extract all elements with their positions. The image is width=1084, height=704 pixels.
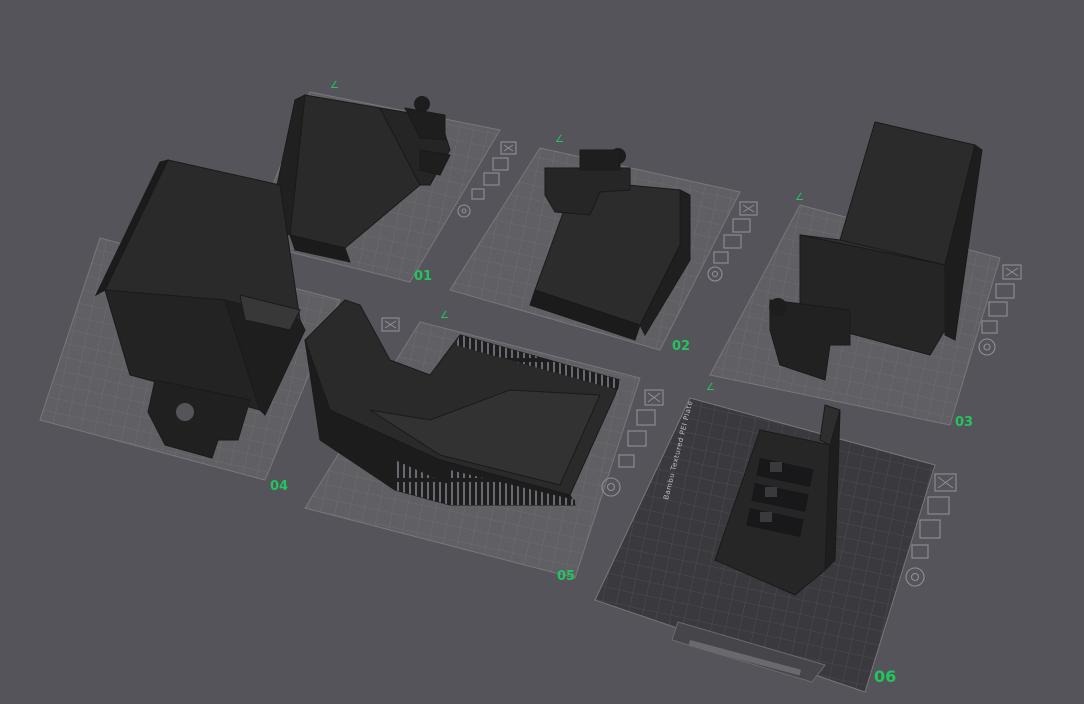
settings-icon[interactable] bbox=[457, 204, 471, 218]
plate-number-label: 01 bbox=[414, 269, 432, 284]
lock-icon[interactable] bbox=[713, 251, 729, 264]
plate-marker: ∠ bbox=[706, 382, 715, 393]
layers-icon[interactable] bbox=[919, 519, 941, 539]
plate-toolbar bbox=[381, 317, 400, 332]
plate-marker: ∠ bbox=[795, 192, 804, 203]
plate-02[interactable]: ∠ 02 bbox=[449, 134, 758, 354]
close-icon[interactable] bbox=[1002, 264, 1022, 280]
plate-marker: ∠ bbox=[555, 134, 564, 145]
plate-marker: ∠ bbox=[330, 80, 339, 91]
settings-icon[interactable] bbox=[905, 567, 925, 587]
close-icon[interactable] bbox=[500, 141, 517, 155]
arrange-icon[interactable] bbox=[732, 218, 751, 233]
plate-number-label: 02 bbox=[672, 339, 690, 354]
arrange-icon[interactable] bbox=[995, 283, 1015, 299]
layers-icon[interactable] bbox=[627, 430, 647, 447]
plate-05[interactable]: ∠ 05 bbox=[304, 299, 664, 584]
plate-03[interactable]: ∠ 03 bbox=[709, 121, 1022, 430]
lock-icon[interactable] bbox=[981, 320, 998, 334]
arrange-icon[interactable] bbox=[927, 496, 950, 515]
layers-icon[interactable] bbox=[723, 234, 742, 249]
plate-number-label: 04 bbox=[270, 479, 288, 494]
plate-number-label: 06 bbox=[874, 667, 896, 686]
settings-icon[interactable] bbox=[707, 266, 723, 282]
close-icon[interactable] bbox=[739, 201, 758, 216]
lock-icon[interactable] bbox=[911, 544, 929, 559]
plate-06[interactable]: ∠ Bambu Textured PEI Plate 06 bbox=[594, 382, 957, 693]
layers-icon[interactable] bbox=[988, 301, 1008, 317]
settings-icon[interactable] bbox=[978, 338, 996, 356]
plate-marker: ∠ bbox=[440, 310, 449, 321]
plate-number-label: 05 bbox=[557, 569, 575, 584]
lock-icon[interactable] bbox=[471, 188, 485, 200]
arrange-icon[interactable] bbox=[492, 157, 509, 171]
lock-icon[interactable] bbox=[618, 454, 635, 468]
layers-icon[interactable] bbox=[483, 172, 500, 186]
close-icon[interactable] bbox=[644, 389, 664, 406]
plate-number-label: 03 bbox=[955, 415, 973, 430]
close-icon[interactable] bbox=[934, 473, 957, 492]
3d-build-plate-viewport[interactable]: ∠ 01 ∠ 02 ∠ 03 04 ∠ 05 ∠ Bambu Textured … bbox=[0, 0, 1084, 704]
close-icon[interactable] bbox=[381, 317, 400, 332]
arrange-icon[interactable] bbox=[636, 409, 656, 426]
